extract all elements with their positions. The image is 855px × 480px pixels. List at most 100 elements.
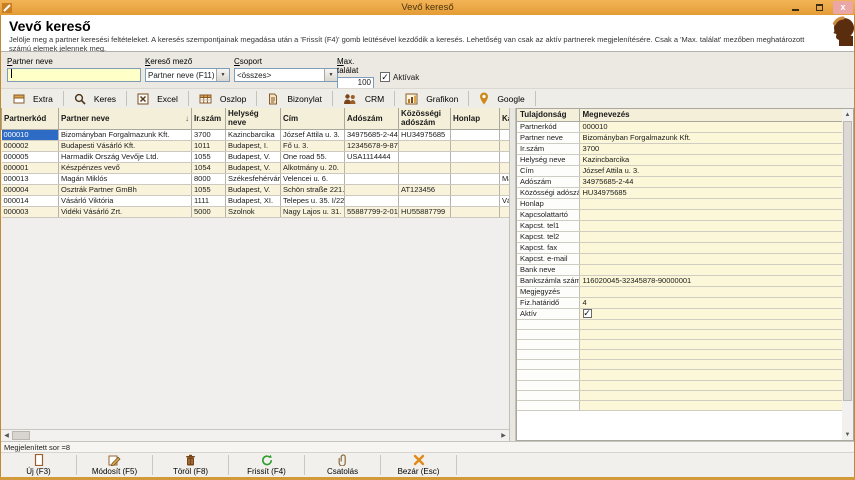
property-value[interactable]: Kazincbarcika <box>579 154 843 165</box>
property-value[interactable]: ✓ <box>579 308 843 319</box>
group-select[interactable]: <összes> ▼ <box>234 68 338 82</box>
table-cell[interactable]: 000005 <box>2 151 59 162</box>
table-cell[interactable]: 000010 <box>2 129 59 140</box>
property-row[interactable] <box>517 360 843 370</box>
table-cell[interactable]: Alkotmány u. 20. <box>281 162 345 173</box>
table-cell[interactable] <box>399 195 451 206</box>
table-cell[interactable]: 3700 <box>192 129 226 140</box>
minimize-button[interactable] <box>785 1 805 14</box>
table-cell[interactable] <box>451 195 500 206</box>
table-cell[interactable]: Vásárló Viktória <box>500 195 510 206</box>
table-cell[interactable]: Budapest, XI. <box>226 195 281 206</box>
property-value[interactable] <box>579 264 843 275</box>
table-cell[interactable]: One road 55. <box>281 151 345 162</box>
table-cell[interactable]: 000004 <box>2 184 59 195</box>
table-cell[interactable]: 55887799-2-01 <box>345 206 399 217</box>
property-row[interactable] <box>517 370 843 380</box>
toolbar-extra-button[interactable]: Extra <box>3 89 63 108</box>
table-cell[interactable] <box>451 173 500 184</box>
property-value[interactable]: HU34975685 <box>579 187 843 198</box>
property-value[interactable]: Bizományban Forgalmazunk Kft. <box>579 132 843 143</box>
table-cell[interactable]: Bizományban Forgalmazunk Kft. <box>59 129 192 140</box>
table-cell[interactable] <box>345 162 399 173</box>
active-only-checkbox[interactable]: ✓ <box>380 72 390 82</box>
search-field-select[interactable]: Partner neve (F11) ▼ <box>145 68 230 82</box>
scroll-up-icon[interactable]: ▲ <box>842 109 853 120</box>
table-row[interactable]: 000003Vidéki Vásárló Zrt.5000SzolnokNagy… <box>2 206 510 217</box>
table-cell[interactable]: Szolnok <box>226 206 281 217</box>
table-row[interactable]: 000005Harmadik Ország Vevője Ltd.1055Bud… <box>2 151 510 162</box>
table-cell[interactable]: Vásárló Viktória <box>59 195 192 206</box>
property-row[interactable] <box>517 390 843 400</box>
edit-button[interactable]: Módosít (F5) <box>77 453 152 477</box>
scroll-right-icon[interactable]: ▶ <box>498 430 509 441</box>
table-cell[interactable]: 000013 <box>2 173 59 184</box>
property-row[interactable] <box>517 319 843 329</box>
table-row[interactable]: 000014Vásárló Viktória1111Budapest, XI.T… <box>2 195 510 206</box>
property-row[interactable]: Megjegyzés <box>517 286 843 297</box>
table-cell[interactable]: 34975685-2-44 <box>345 129 399 140</box>
table-cell[interactable] <box>451 206 500 217</box>
property-row[interactable]: Aktív✓ <box>517 308 843 319</box>
property-value[interactable]: 000010 <box>579 121 843 132</box>
column-header[interactable]: Cím <box>281 108 345 129</box>
property-row[interactable]: Bankszámla száma116020045-32345878-90000… <box>517 275 843 286</box>
partner-name-input[interactable] <box>7 68 141 82</box>
table-cell[interactable]: Fő u. 3. <box>281 140 345 151</box>
property-value[interactable] <box>579 231 843 242</box>
table-cell[interactable] <box>399 140 451 151</box>
property-value[interactable] <box>579 370 843 380</box>
property-row[interactable]: Kapcsolattartó <box>517 209 843 220</box>
property-value[interactable] <box>579 339 843 349</box>
table-cell[interactable] <box>500 129 510 140</box>
table-cell[interactable]: Budapest, I. <box>226 140 281 151</box>
table-row[interactable]: 000002Budapesti Vásárló Kft.1011Budapest… <box>2 140 510 151</box>
column-header[interactable]: Honlap <box>451 108 500 129</box>
attach-button[interactable]: Csatolás <box>305 453 380 477</box>
column-header[interactable]: Ir.szám <box>192 108 226 129</box>
property-row[interactable]: Kapcst. tel1 <box>517 220 843 231</box>
column-header[interactable]: Partner neve↓ <box>59 108 192 129</box>
property-row[interactable] <box>517 329 843 339</box>
property-row[interactable]: Bank neve <box>517 264 843 275</box>
table-cell[interactable] <box>500 206 510 217</box>
toolbar-document-button[interactable]: Bizonylat <box>257 89 332 108</box>
toolbar-google-button[interactable]: Google <box>469 89 534 108</box>
table-cell[interactable] <box>345 184 399 195</box>
active-checkbox[interactable]: ✓ <box>583 309 592 318</box>
table-cell[interactable]: 000003 <box>2 206 59 217</box>
property-value[interactable] <box>579 390 843 400</box>
table-cell[interactable]: Harmadik Ország Vevője Ltd. <box>59 151 192 162</box>
property-value[interactable] <box>579 350 843 360</box>
property-row[interactable]: Kapcst. e-mail <box>517 253 843 264</box>
table-cell[interactable]: 1111 <box>192 195 226 206</box>
toolbar-search-button[interactable]: Keres <box>64 89 126 108</box>
table-row[interactable]: 000001Készpénzes vevő1054Budapest, V.Alk… <box>2 162 510 173</box>
refresh-button[interactable]: Frissít (F4) <box>229 453 304 477</box>
chevron-down-icon[interactable]: ▼ <box>216 69 229 81</box>
property-value[interactable]: 116020045-32345878-90000001 <box>579 275 843 286</box>
property-value[interactable] <box>579 220 843 231</box>
table-cell[interactable] <box>451 129 500 140</box>
table-cell[interactable]: 8000 <box>192 173 226 184</box>
property-value[interactable] <box>579 286 843 297</box>
property-row[interactable]: Fiz.határidő4 <box>517 297 843 308</box>
table-cell[interactable]: 1055 <box>192 151 226 162</box>
horizontal-scrollbar[interactable]: ◀ ▶ <box>1 430 509 441</box>
table-row[interactable]: 000013Magán Miklós8000SzékesfehérvárVele… <box>2 173 510 184</box>
property-value[interactable] <box>579 242 843 253</box>
table-cell[interactable]: HU55887799 <box>399 206 451 217</box>
property-row[interactable]: Adószám34975685-2-44 <box>517 176 843 187</box>
table-row[interactable]: 000004Osztrák Partner GmBh1055Budapest, … <box>2 184 510 195</box>
property-value[interactable] <box>579 198 843 209</box>
table-row[interactable]: 000010Bizományban Forgalmazunk Kft.3700K… <box>2 129 510 140</box>
table-cell[interactable]: Schön straße 221. <box>281 184 345 195</box>
table-cell[interactable] <box>451 184 500 195</box>
table-cell[interactable]: Székesfehérvár <box>226 173 281 184</box>
toolbar-excel-button[interactable]: Excel <box>127 89 188 108</box>
column-header[interactable]: Tulajdonság <box>517 109 579 121</box>
table-cell[interactable]: Vidéki Vásárló Zrt. <box>59 206 192 217</box>
table-cell[interactable]: Nagy Lajos u. 31. <box>281 206 345 217</box>
scroll-left-icon[interactable]: ◀ <box>1 430 12 441</box>
toolbar-columns-button[interactable]: Oszlop <box>189 89 256 108</box>
